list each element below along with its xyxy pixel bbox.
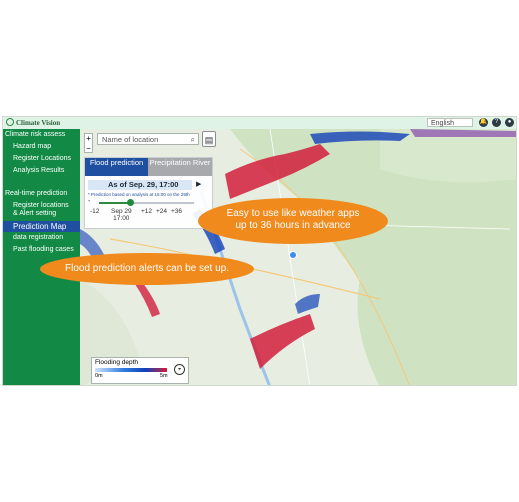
user-icon[interactable]: ●: [505, 118, 514, 127]
search-placeholder: Name of location: [102, 135, 159, 144]
sidebar-section-real-time[interactable]: Real-time prediction: [3, 189, 82, 198]
logo[interactable]: Climate Vision: [6, 118, 60, 128]
notification-bell-icon[interactable]: 🔔: [479, 118, 488, 127]
current-location-pin[interactable]: [289, 251, 297, 259]
zoom-out-button[interactable]: −: [85, 144, 92, 154]
callout-text: Flood prediction alerts can be set up.: [65, 263, 229, 274]
search-input[interactable]: Name of location ⌕: [97, 133, 199, 145]
prediction-panel: Flood prediction Precipitation River As …: [84, 157, 213, 229]
time-slider-handle[interactable]: [127, 199, 135, 206]
language-select[interactable]: English: [427, 118, 473, 127]
sidebar-item-data-registration[interactable]: data registration: [3, 233, 90, 242]
slider-tick: +36: [171, 208, 183, 215]
as-of-time: As of Sep. 29, 17:00: [88, 180, 192, 190]
sidebar-item-register-locations[interactable]: Register Locations: [3, 154, 90, 163]
app-window: Climate Vision English 🔔 ? ● Climate ris…: [2, 116, 517, 386]
compass-icon[interactable]: ◒: [174, 364, 185, 375]
play-icon[interactable]: ▶: [196, 180, 201, 190]
legend-color-bar: [95, 368, 167, 372]
slider-tick: +12: [141, 208, 153, 215]
callout-alerts: Flood prediction alerts can be set up.: [40, 253, 254, 285]
calendar-clock-icon[interactable]: ▤: [202, 131, 216, 147]
slider-minus: -: [88, 198, 91, 205]
callout-36-hours: Easy to use like weather apps up to 36 h…: [198, 198, 388, 244]
legend-min: 0m: [95, 373, 103, 379]
search-icon[interactable]: ⌕: [191, 134, 195, 146]
sidebar-item-analysis-results[interactable]: Analysis Results: [3, 166, 90, 175]
slider-tick: +24: [156, 208, 168, 215]
sidebar-section-climate-risk[interactable]: Climate risk assess: [3, 130, 82, 139]
sidebar-item-prediction-map[interactable]: Prediction Map: [3, 221, 90, 232]
sidebar-item-alert-setting[interactable]: & Alert setting: [3, 209, 90, 218]
flood-depth-legend: Flooding depth 0m 5m ◒: [91, 357, 189, 384]
sidebar-item-hazard-map[interactable]: Hazard map: [3, 142, 90, 151]
prediction-note: * Prediction based on analysis at 15:00 …: [88, 192, 190, 197]
time-slider-fill: [99, 202, 131, 204]
zoom-control[interactable]: + −: [84, 133, 93, 153]
slider-tick: -12: [90, 208, 100, 215]
legend-max: 5m: [160, 373, 168, 379]
time-slider[interactable]: [99, 199, 194, 206]
logo-text: Climate Vision: [16, 119, 61, 127]
help-icon[interactable]: ?: [492, 118, 501, 127]
zoom-in-button[interactable]: +: [85, 134, 92, 144]
legend-title: Flooding depth: [95, 359, 139, 366]
callout-text: Easy to use like weather apps up to 36 h…: [226, 208, 360, 231]
logo-icon: [6, 118, 14, 126]
slider-tick: Sep 29 17:00: [111, 208, 132, 222]
sidebar-item-past-flooding[interactable]: Past flooding cases: [3, 245, 90, 254]
tab-precipitation-river[interactable]: Precipitation River: [148, 158, 212, 176]
tab-flood-prediction[interactable]: Flood prediction: [85, 158, 148, 176]
